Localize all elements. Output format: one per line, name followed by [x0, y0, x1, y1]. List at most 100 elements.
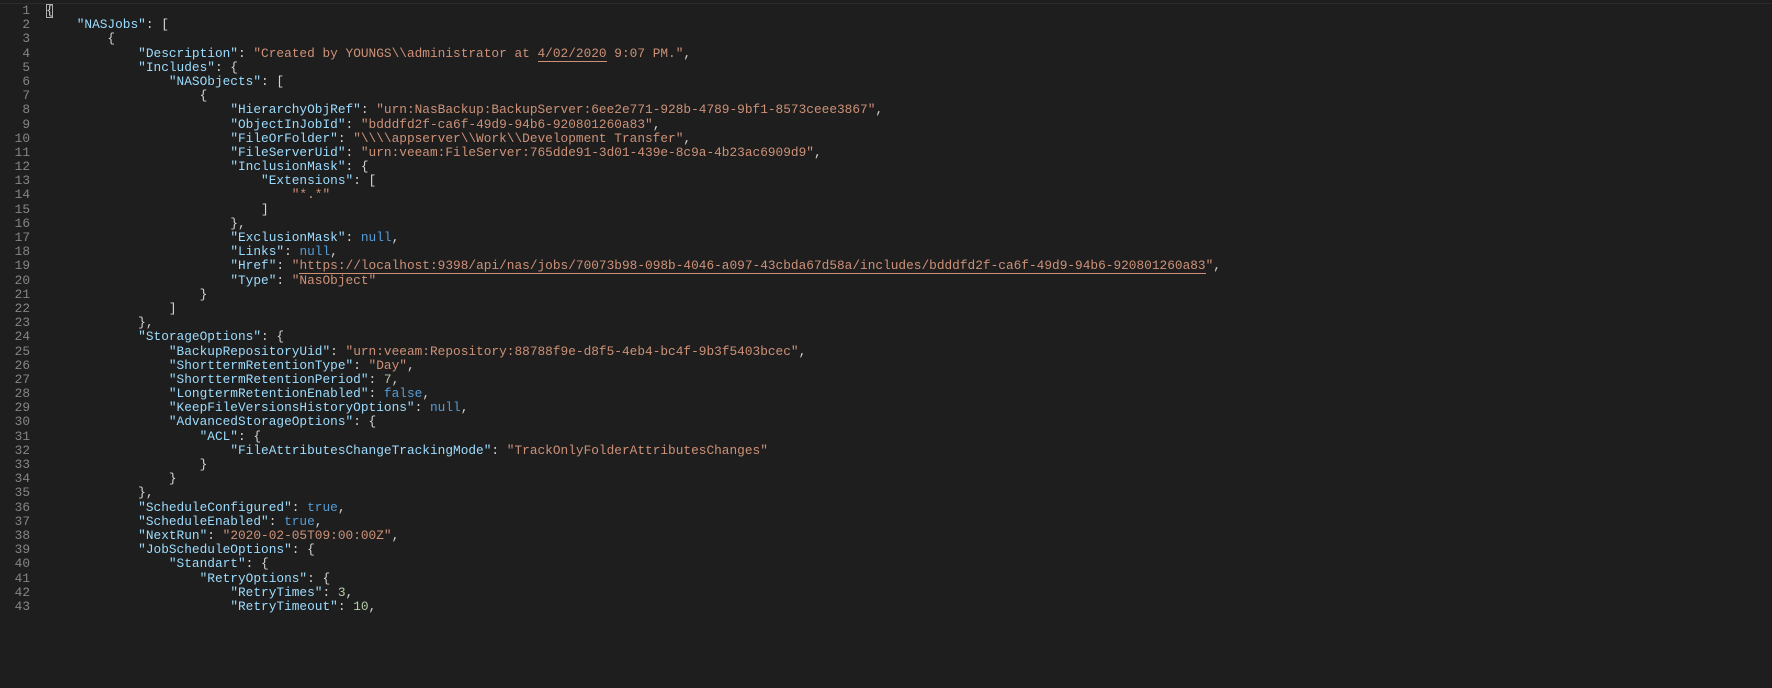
token-punct: :	[338, 599, 353, 614]
code-line[interactable]: {	[46, 32, 1772, 46]
code-line[interactable]: "FileOrFolder": "\\\\appserver\\Work\\De…	[46, 132, 1772, 146]
line-number: 7	[0, 89, 30, 103]
token-punct: ,	[875, 102, 883, 117]
token-punct	[46, 258, 230, 273]
token-punct	[46, 556, 169, 571]
code-line[interactable]: "NASJobs": [	[46, 18, 1772, 32]
token-punct: :	[491, 443, 506, 458]
token-punct	[46, 585, 230, 600]
code-line[interactable]: },	[46, 217, 1772, 231]
code-line[interactable]: "ScheduleConfigured": true,	[46, 501, 1772, 515]
code-line[interactable]: "Description": "Created by YOUNGS\\admin…	[46, 47, 1772, 61]
token-key: "Description"	[138, 46, 238, 61]
code-line[interactable]: "Type": "NasObject"	[46, 274, 1772, 288]
line-number: 1	[0, 4, 30, 18]
line-number: 40	[0, 557, 30, 571]
code-line[interactable]: "ScheduleEnabled": true,	[46, 515, 1772, 529]
token-punct	[46, 571, 200, 586]
code-line[interactable]: "HierarchyObjRef": "urn:NasBackup:Backup…	[46, 103, 1772, 117]
line-number: 33	[0, 458, 30, 472]
code-line[interactable]: "Includes": {	[46, 61, 1772, 75]
token-punct: {	[46, 88, 207, 103]
line-number: 41	[0, 572, 30, 586]
token-keyword: true	[307, 500, 338, 515]
token-punct: }	[46, 287, 207, 302]
token-punct: : {	[246, 556, 269, 571]
token-string: "2020-02-05T09:00:00Z"	[223, 528, 392, 543]
token-punct	[46, 17, 77, 32]
code-area[interactable]: { "NASJobs": [ { "Description": "Created…	[40, 4, 1772, 688]
line-number: 43	[0, 600, 30, 614]
token-punct: }	[46, 457, 207, 472]
token-punct: ,	[369, 599, 377, 614]
line-number: 30	[0, 415, 30, 429]
code-line[interactable]: "RetryTimeout": 10,	[46, 600, 1772, 614]
code-line[interactable]: }	[46, 288, 1772, 302]
token-punct	[46, 273, 230, 288]
token-string: "NasObject"	[292, 273, 376, 288]
token-punct: }	[46, 471, 177, 486]
code-line[interactable]: "KeepFileVersionsHistoryOptions": null,	[46, 401, 1772, 415]
token-punct: :	[238, 46, 253, 61]
code-line[interactable]: "RetryTimes": 3,	[46, 586, 1772, 600]
token-punct: :	[346, 230, 361, 245]
token-punct: },	[46, 485, 154, 500]
code-line[interactable]: "ShorttermRetentionType": "Day",	[46, 359, 1772, 373]
code-line[interactable]: "ExclusionMask": null,	[46, 231, 1772, 245]
token-punct: },	[46, 315, 154, 330]
line-number: 32	[0, 444, 30, 458]
code-line[interactable]: "StorageOptions": {	[46, 330, 1772, 344]
code-line[interactable]: "FileAttributesChangeTrackingMode": "Tra…	[46, 444, 1772, 458]
token-punct: ]	[46, 202, 269, 217]
token-key: "FileServerUid"	[230, 145, 345, 160]
token-punct	[46, 159, 230, 174]
token-string: "urn:veeam:FileServer:765dde91-3d01-439e…	[361, 145, 814, 160]
token-number: 3	[338, 585, 346, 600]
code-line[interactable]: ]	[46, 203, 1772, 217]
token-punct: :	[369, 372, 384, 387]
token-keyword: true	[284, 514, 315, 529]
token-key: "RetryOptions"	[200, 571, 308, 586]
code-line[interactable]: },	[46, 316, 1772, 330]
code-line[interactable]: "NASObjects": [	[46, 75, 1772, 89]
line-number: 27	[0, 373, 30, 387]
code-line[interactable]: }	[46, 472, 1772, 486]
token-punct: :	[276, 258, 291, 273]
code-line[interactable]: "InclusionMask": {	[46, 160, 1772, 174]
code-line[interactable]: "NextRun": "2020-02-05T09:00:00Z",	[46, 529, 1772, 543]
token-punct	[46, 244, 230, 259]
token-punct: ,	[683, 46, 691, 61]
code-line[interactable]: "Extensions": [	[46, 174, 1772, 188]
code-line[interactable]: "BackupRepositoryUid": "urn:veeam:Reposi…	[46, 345, 1772, 359]
code-line[interactable]: "JobScheduleOptions": {	[46, 543, 1772, 557]
token-key: "Href"	[230, 258, 276, 273]
code-line[interactable]: "Standart": {	[46, 557, 1772, 571]
line-number: 31	[0, 430, 30, 444]
code-line[interactable]: "ObjectInJobId": "bdddfd2f-ca6f-49d9-94b…	[46, 118, 1772, 132]
code-line[interactable]: "FileServerUid": "urn:veeam:FileServer:7…	[46, 146, 1772, 160]
code-line[interactable]: "*.*"	[46, 188, 1772, 202]
token-punct: : {	[215, 60, 238, 75]
code-line[interactable]: {	[46, 89, 1772, 103]
code-line[interactable]: "AdvancedStorageOptions": {	[46, 415, 1772, 429]
code-editor[interactable]: 1234567891011121314151617181920212223242…	[0, 4, 1772, 688]
code-line[interactable]: ]	[46, 302, 1772, 316]
token-punct: : [	[261, 74, 284, 89]
token-punct: :	[353, 358, 368, 373]
code-line[interactable]: "LongtermRetentionEnabled": false,	[46, 387, 1772, 401]
line-number: 21	[0, 288, 30, 302]
code-line[interactable]: "Links": null,	[46, 245, 1772, 259]
code-line[interactable]: "ACL": {	[46, 430, 1772, 444]
code-line[interactable]: }	[46, 458, 1772, 472]
line-number: 10	[0, 132, 30, 146]
code-line[interactable]: "ShorttermRetentionPeriod": 7,	[46, 373, 1772, 387]
code-line[interactable]: {	[46, 4, 1772, 18]
token-key: "NASJobs"	[77, 17, 146, 32]
token-key: "ShorttermRetentionPeriod"	[169, 372, 369, 387]
code-line[interactable]: "Href": "https://localhost:9398/api/nas/…	[46, 259, 1772, 273]
code-line[interactable]: "RetryOptions": {	[46, 572, 1772, 586]
code-line[interactable]: },	[46, 486, 1772, 500]
token-string: "\\\\appserver\\Work\\Development Transf…	[353, 131, 683, 146]
token-punct: ,	[346, 585, 354, 600]
line-number: 17	[0, 231, 30, 245]
